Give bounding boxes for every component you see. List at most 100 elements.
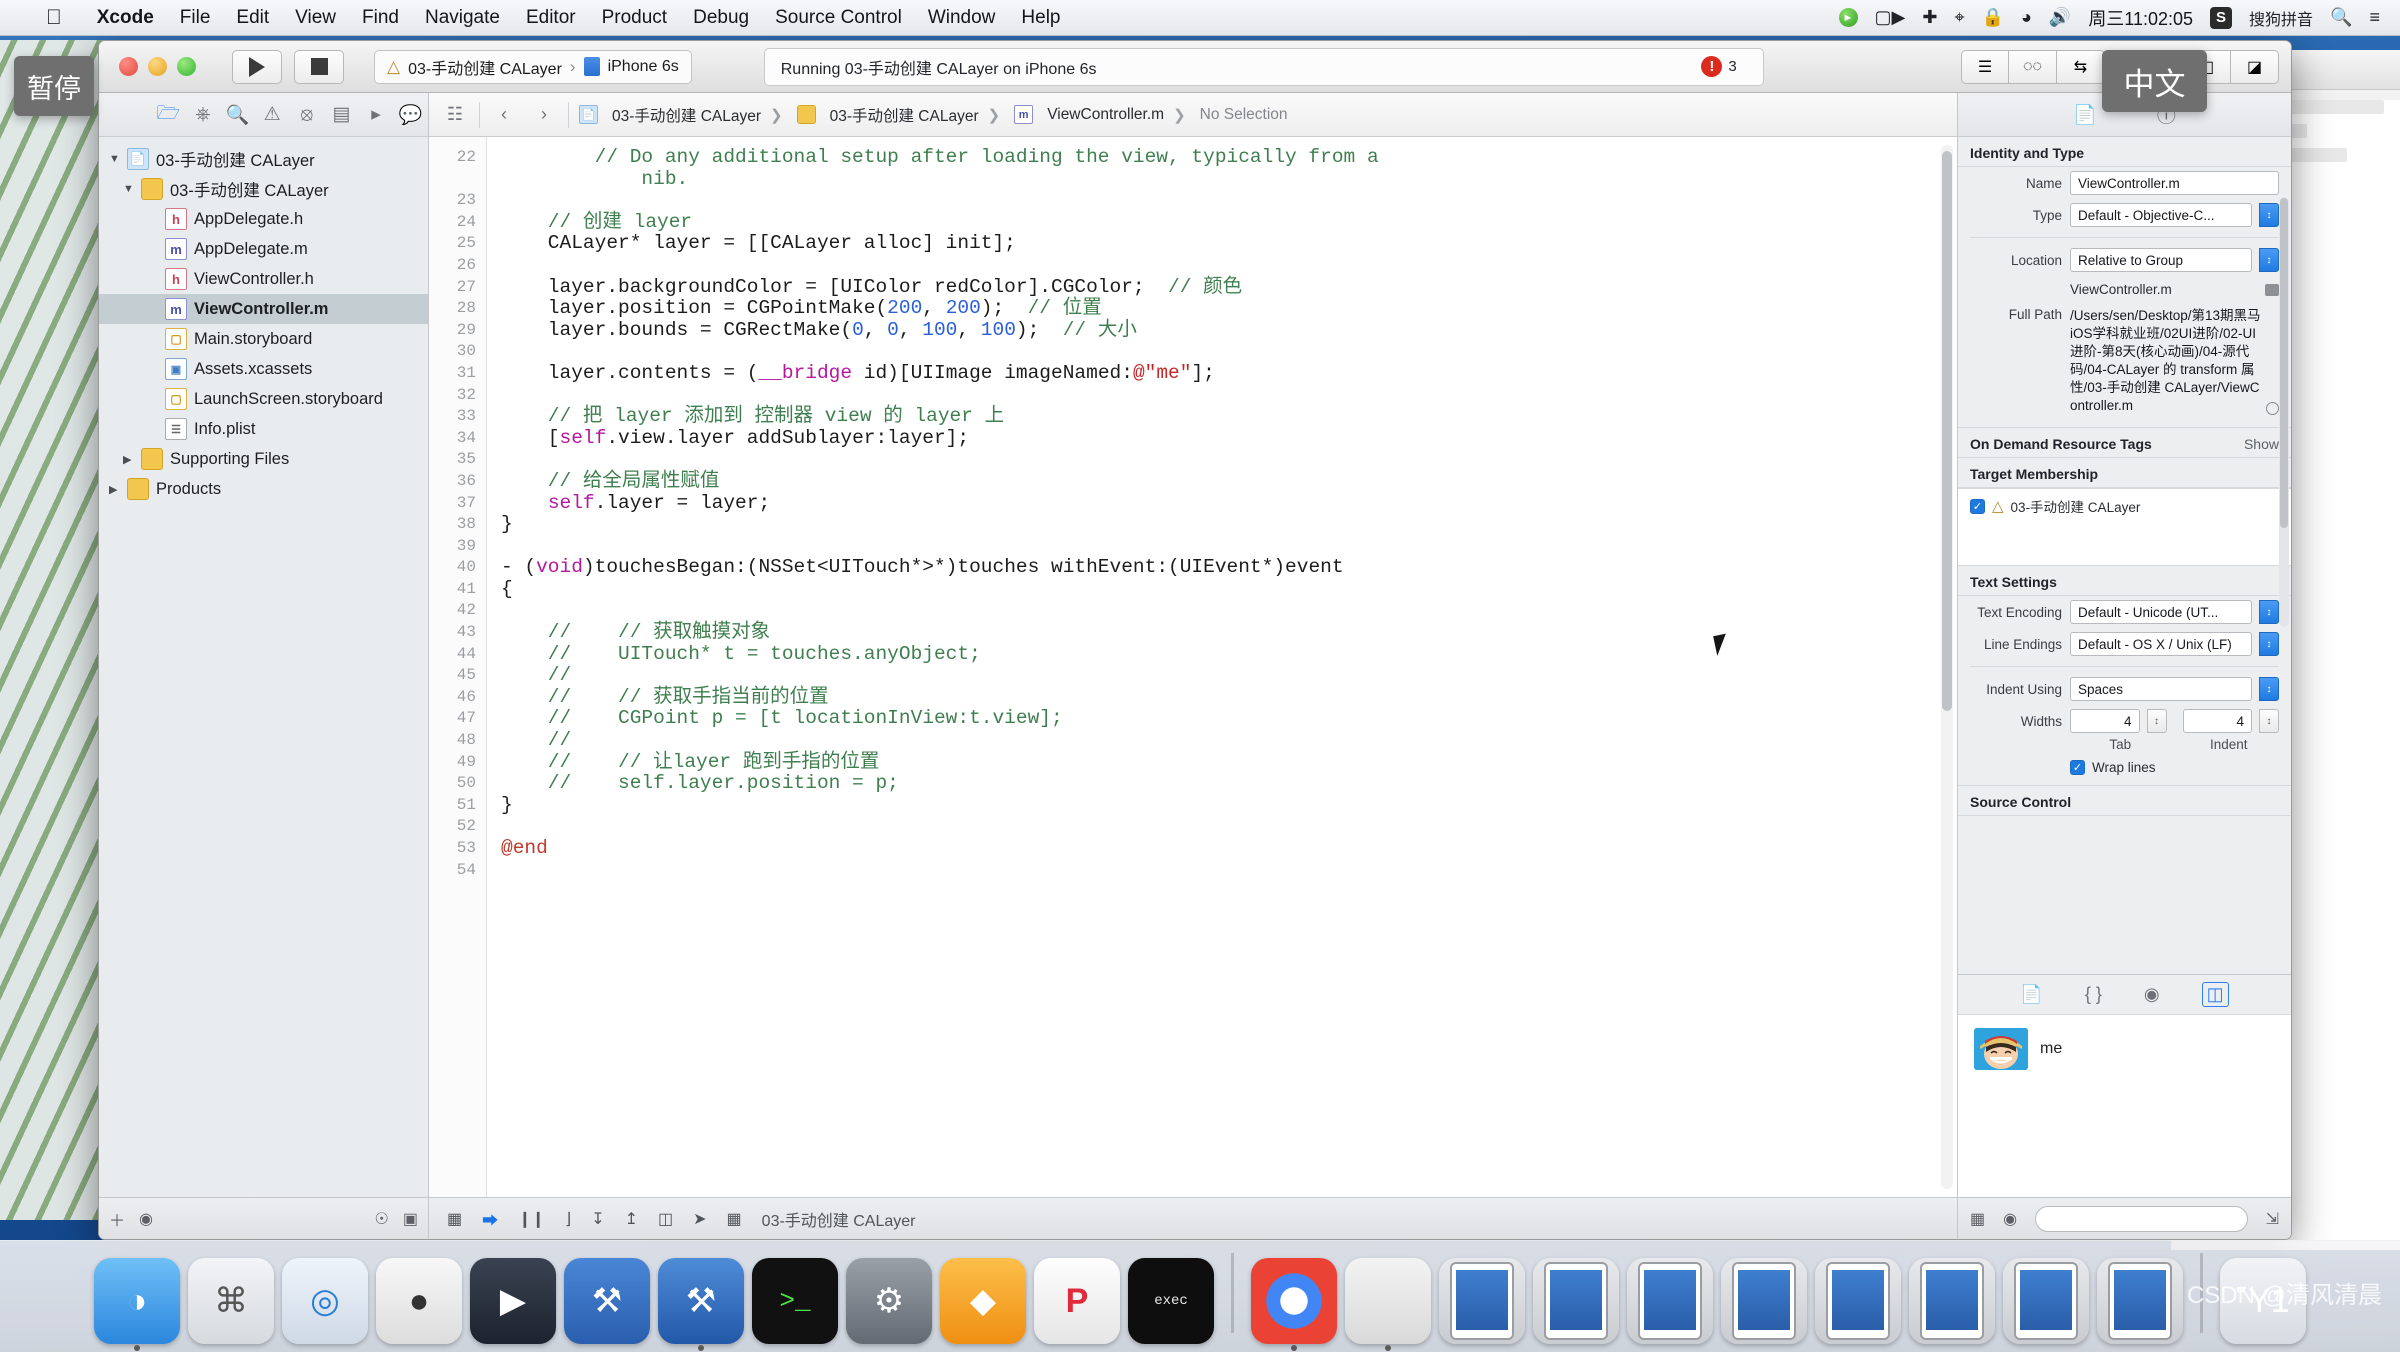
code-editor[interactable]: 22.23 24 25 26 27 28 29 30 31 32 33 34 35 36 37 38 39 40 4… <box>429 137 1957 1197</box>
menu-item-view[interactable]: View <box>282 7 349 29</box>
sketch-icon[interactable]: ◆ <box>940 1258 1026 1344</box>
utilities-icon[interactable]: ⚒ <box>564 1258 650 1344</box>
library-search-input[interactable] <box>2035 1205 2248 1232</box>
editor-mode-buttons[interactable]: ☰ ◌◌ ⇆ <box>1961 49 2105 84</box>
maximize-window-button[interactable] <box>177 57 196 76</box>
chevron-updown-icon[interactable]: ↕ <box>2259 248 2279 272</box>
breakpoints-icon[interactable]: ⮕ <box>482 1207 498 1231</box>
code-line[interactable]: // // 获取触摸对象 <box>501 621 1957 644</box>
code-line[interactable]: self.layer = layer; <box>501 492 1957 515</box>
library-tab-bar[interactable]: 📄 { } ◉ ◫ <box>1958 975 2291 1015</box>
code-line[interactable]: } <box>501 513 1957 536</box>
simulator-icon-6[interactable] <box>1909 1258 1995 1344</box>
add-icon[interactable]: ＋ <box>109 1207 125 1231</box>
debug-navigator-icon[interactable]: ▤ <box>324 103 359 126</box>
tree-row-group[interactable]: ▼ 03-手动创建 CALayer <box>99 174 428 204</box>
code-line[interactable] <box>501 600 1957 622</box>
menu-item-edit[interactable]: Edit <box>223 7 282 29</box>
step-into-icon[interactable]: ↧ <box>591 1209 604 1229</box>
filter-icon[interactable]: ◉ <box>139 1209 153 1229</box>
code-line[interactable]: // 创建 layer <box>501 211 1957 234</box>
target-membership-row[interactable]: ✓ △ 03-手动创建 CALayer <box>1970 496 2279 516</box>
checkbox-checked-icon[interactable]: ✓ <box>1970 498 1985 514</box>
video-player-icon[interactable]: ▶ <box>470 1258 556 1344</box>
menu-item-navigate[interactable]: Navigate <box>412 7 513 29</box>
code-line[interactable] <box>501 816 1957 838</box>
source-control-filter-icon[interactable]: ▣ <box>403 1209 418 1229</box>
menu-item-source-control[interactable]: Source Control <box>762 7 915 29</box>
editor-scrollbar[interactable] <box>1941 145 1953 1189</box>
code-line[interactable] <box>501 860 1957 882</box>
navigator-tab-bar[interactable]: 🗁 ⎈ 🔍 ⚠ ⦻ ▤ ▸ 💬 <box>99 93 428 137</box>
tree-row-main-storyboard[interactable]: ▸ ▢ Main.storyboard <box>99 324 428 354</box>
close-window-button[interactable] <box>119 57 138 76</box>
volume-icon[interactable]: 🔊 <box>2049 7 2071 28</box>
airplay-icon[interactable]: ✚ <box>1922 7 1937 28</box>
target-membership-list[interactable]: ✓ △ 03-手动创建 CALayer <box>1958 488 2291 566</box>
input-method-badge[interactable]: S <box>2210 6 2233 29</box>
code-line[interactable]: [self.view.layer addSublayer:layer]; <box>501 427 1957 450</box>
code-line[interactable] <box>501 385 1957 407</box>
menu-item-find[interactable]: Find <box>349 7 412 29</box>
simulator-icon-5[interactable] <box>1815 1258 1901 1344</box>
brave-browser-icon[interactable]: ● <box>376 1258 462 1344</box>
tab-width-stepper[interactable]: ↕ <box>2146 709 2167 733</box>
terminal-icon[interactable]: >_ <box>752 1258 838 1344</box>
file-template-library-icon[interactable]: 📄 <box>2020 984 2042 1005</box>
checkbox-checked-icon[interactable]: ✓ <box>2070 760 2085 775</box>
minimize-window-button[interactable] <box>148 57 167 76</box>
indent-width-stepper[interactable]: ↕ <box>2259 709 2279 733</box>
code-line[interactable]: layer.contents = (__bridge id)[UIImage i… <box>501 362 1957 385</box>
library-grid-icon[interactable]: ▦ <box>1970 1209 1985 1229</box>
code-line[interactable]: layer.bounds = CGRectMake(0, 0, 100, 100… <box>501 319 1957 342</box>
choose-folder-icon[interactable] <box>2265 283 2279 296</box>
simulator-icon-4[interactable] <box>1721 1258 1807 1344</box>
standard-editor-button[interactable]: ☰ <box>1961 49 2009 84</box>
chevron-updown-icon[interactable]: ↕ <box>2259 600 2279 624</box>
simulator-icon-3[interactable] <box>1627 1258 1713 1344</box>
project-navigator-icon[interactable]: 🗁 <box>151 99 186 131</box>
type-select[interactable]: Default - Objective-C... <box>2070 203 2252 227</box>
simulator-icon-2[interactable] <box>1533 1258 1619 1344</box>
menu-item-help[interactable]: Help <box>1008 7 1073 29</box>
tree-row-appdelegate-h[interactable]: ▸ h AppDelegate.h <box>99 204 428 234</box>
menu-item-product[interactable]: Product <box>589 7 680 29</box>
macos-menu-bar[interactable]:  Xcode File Edit View Find Navigate Edi… <box>0 0 2400 36</box>
field-type[interactable]: Type Default - Objective-C... ↕ <box>1958 199 2291 231</box>
window-icon[interactable] <box>1345 1258 1431 1351</box>
step-over-icon[interactable]: ⌋ <box>565 1209 571 1229</box>
breadcrumb-selection[interactable]: No Selection <box>1194 106 1294 124</box>
code-text[interactable]: // Do any additional setup after loading… <box>487 137 1957 1197</box>
wrap-lines-row[interactable]: ✓ Wrap lines <box>2070 760 2156 775</box>
code-line[interactable] <box>501 536 1957 558</box>
chevron-updown-icon[interactable]: ↕ <box>2259 632 2279 656</box>
inspector-scrollbar[interactable] <box>2279 197 2289 627</box>
xcode-icon[interactable]: ⚒ <box>658 1258 744 1351</box>
scrollbar-thumb[interactable] <box>2280 198 2288 528</box>
line-endings-select[interactable]: Default - OS X / Unix (LF) <box>2070 632 2252 656</box>
location-select[interactable]: Relative to Group <box>2070 248 2252 272</box>
tree-row-supporting-files[interactable]: ▶ Supporting Files <box>99 444 428 474</box>
code-line[interactable]: // UITouch* t = touches.anyObject; <box>501 643 1957 666</box>
name-input[interactable]: ViewController.m <box>2070 171 2279 195</box>
notification-center-icon[interactable]: ≡ <box>2369 7 2380 28</box>
disclosure-triangle-icon[interactable]: ▶ <box>123 453 141 466</box>
show-link[interactable]: Show <box>2244 436 2279 452</box>
media-library-icon[interactable]: ◫ <box>2201 982 2229 1007</box>
project-file-tree[interactable]: ▼ 📄 03-手动创建 CALayer ▼ 03-手动创建 CALayer ▸ … <box>99 137 428 1197</box>
tree-row-assets[interactable]: ▸ ▣ Assets.xcassets <box>99 354 428 384</box>
menu-item-debug[interactable]: Debug <box>680 7 762 29</box>
tree-row-appdelegate-m[interactable]: ▸ m AppDelegate.m <box>99 234 428 264</box>
run-button[interactable] <box>232 49 282 84</box>
code-line[interactable]: } <box>501 794 1957 817</box>
code-line[interactable]: // <box>501 664 1957 687</box>
simulator-icon-1[interactable] <box>1439 1258 1525 1344</box>
input-method-label[interactable]: 搜狗拼音 <box>2249 6 2313 30</box>
location-icon[interactable]: ➤ <box>693 1209 706 1229</box>
memory-graph-icon[interactable]: ▦ <box>727 1209 742 1229</box>
wifi-icon[interactable]: ◕ <box>2021 7 2032 28</box>
report-navigator-icon[interactable]: 💬 <box>393 103 428 127</box>
scheme-selector[interactable]: △ 03-手动创建 CALayer › iPhone 6s <box>374 49 692 84</box>
pause-icon[interactable]: ❙❙ <box>518 1209 545 1229</box>
code-line[interactable]: // Do any additional setup after loading… <box>501 146 1957 169</box>
